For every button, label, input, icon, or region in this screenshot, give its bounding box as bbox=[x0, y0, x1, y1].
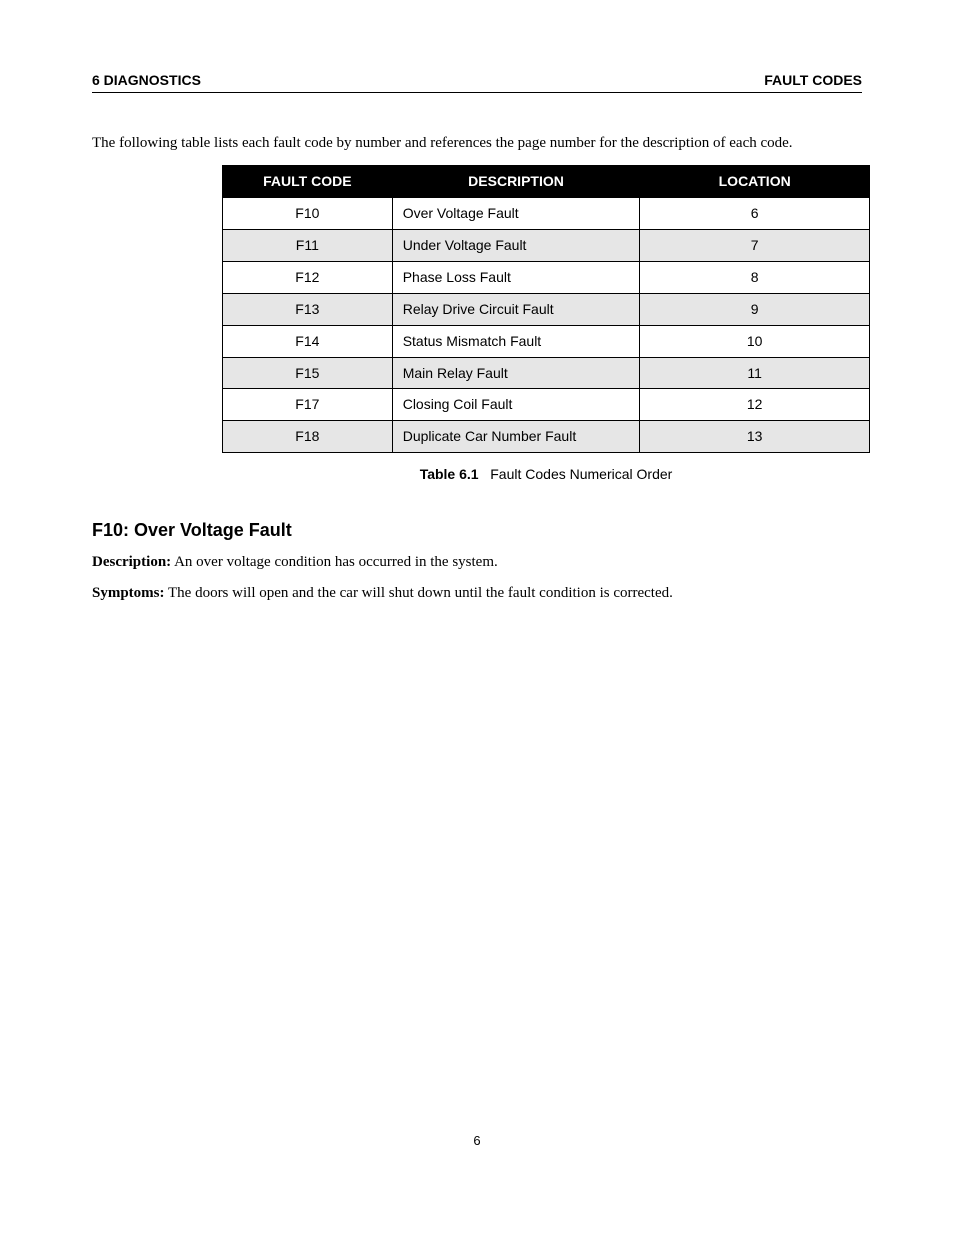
table-row: F12Phase Loss Fault8 bbox=[223, 261, 870, 293]
caption-text: Fault Codes Numerical Order bbox=[490, 466, 672, 482]
cell-location: 9 bbox=[640, 293, 870, 325]
cell-location: 6 bbox=[640, 198, 870, 230]
cell-fault-code: F11 bbox=[223, 230, 393, 262]
fault-section-heading: F10: Over Voltage Fault bbox=[92, 518, 862, 542]
cell-location: 8 bbox=[640, 261, 870, 293]
table-row: F14Status Mismatch Fault10 bbox=[223, 325, 870, 357]
col-header-desc: DESCRIPTION bbox=[392, 166, 640, 198]
table-row: F15Main Relay Fault11 bbox=[223, 357, 870, 389]
cell-location: 10 bbox=[640, 325, 870, 357]
symp-label: Symptoms: bbox=[92, 585, 165, 601]
col-header-loc: LOCATION bbox=[640, 166, 870, 198]
cell-location: 12 bbox=[640, 389, 870, 421]
header-left: 6 DIAGNOSTICS bbox=[92, 72, 201, 88]
table-header-row: FAULT CODE DESCRIPTION LOCATION bbox=[223, 166, 870, 198]
table-row: F11Under Voltage Fault7 bbox=[223, 230, 870, 262]
cell-description: Under Voltage Fault bbox=[392, 230, 640, 262]
cell-location: 7 bbox=[640, 230, 870, 262]
cell-fault-code: F13 bbox=[223, 293, 393, 325]
table-caption: Table 6.1 Fault Codes Numerical Order bbox=[222, 465, 870, 484]
cell-description: Status Mismatch Fault bbox=[392, 325, 640, 357]
symp-text: The doors will open and the car will shu… bbox=[165, 585, 673, 601]
cell-fault-code: F18 bbox=[223, 421, 393, 453]
col-header-code: FAULT CODE bbox=[223, 166, 393, 198]
cell-fault-code: F14 bbox=[223, 325, 393, 357]
page-header: 6 DIAGNOSTICS FAULT CODES bbox=[92, 72, 862, 93]
cell-description: Duplicate Car Number Fault bbox=[392, 421, 640, 453]
intro-paragraph: The following table lists each fault cod… bbox=[92, 133, 862, 153]
cell-description: Phase Loss Fault bbox=[392, 261, 640, 293]
cell-fault-code: F17 bbox=[223, 389, 393, 421]
table-row: F10Over Voltage Fault6 bbox=[223, 198, 870, 230]
cell-fault-code: F12 bbox=[223, 261, 393, 293]
caption-label: Table 6.1 bbox=[420, 466, 479, 482]
cell-location: 11 bbox=[640, 357, 870, 389]
cell-fault-code: F15 bbox=[223, 357, 393, 389]
cell-description: Relay Drive Circuit Fault bbox=[392, 293, 640, 325]
desc-text: An over voltage condition has occurred i… bbox=[171, 554, 498, 570]
cell-fault-code: F10 bbox=[223, 198, 393, 230]
fault-codes-table: FAULT CODE DESCRIPTION LOCATION F10Over … bbox=[222, 165, 870, 453]
table-row: F18Duplicate Car Number Fault13 bbox=[223, 421, 870, 453]
cell-description: Main Relay Fault bbox=[392, 357, 640, 389]
fault-description: Description: An over voltage condition h… bbox=[92, 552, 862, 572]
table-row: F17Closing Coil Fault12 bbox=[223, 389, 870, 421]
cell-location: 13 bbox=[640, 421, 870, 453]
desc-label: Description: bbox=[92, 554, 171, 570]
cell-description: Closing Coil Fault bbox=[392, 389, 640, 421]
fault-symptoms: Symptoms: The doors will open and the ca… bbox=[92, 583, 862, 603]
table-row: F13Relay Drive Circuit Fault9 bbox=[223, 293, 870, 325]
page-number: 6 bbox=[92, 1133, 862, 1148]
header-right: FAULT CODES bbox=[764, 72, 862, 88]
cell-description: Over Voltage Fault bbox=[392, 198, 640, 230]
